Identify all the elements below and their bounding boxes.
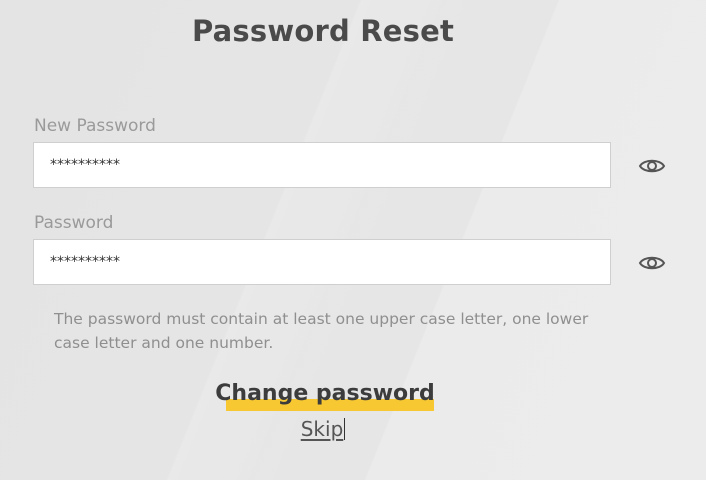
- password-label: Password: [34, 213, 114, 233]
- show-password-eye-icon: [638, 256, 666, 270]
- eye-icon[interactable]: [638, 253, 666, 273]
- change-password-label: Change password: [215, 381, 435, 406]
- page-title: Password Reset: [191, 14, 455, 48]
- change-password-button[interactable]: Change password: [212, 380, 438, 414]
- new-password-input[interactable]: [33, 142, 611, 188]
- eye-icon[interactable]: [638, 156, 666, 176]
- show-new-password-eye-icon: [638, 159, 666, 173]
- password-input[interactable]: [33, 239, 611, 285]
- new-password-label: New Password: [34, 116, 156, 136]
- text-caret: [344, 418, 346, 440]
- skip-link[interactable]: Skip: [301, 417, 344, 441]
- skip-container: Skip: [0, 417, 646, 441]
- password-requirements-hint: The password must contain at least one u…: [54, 310, 589, 352]
